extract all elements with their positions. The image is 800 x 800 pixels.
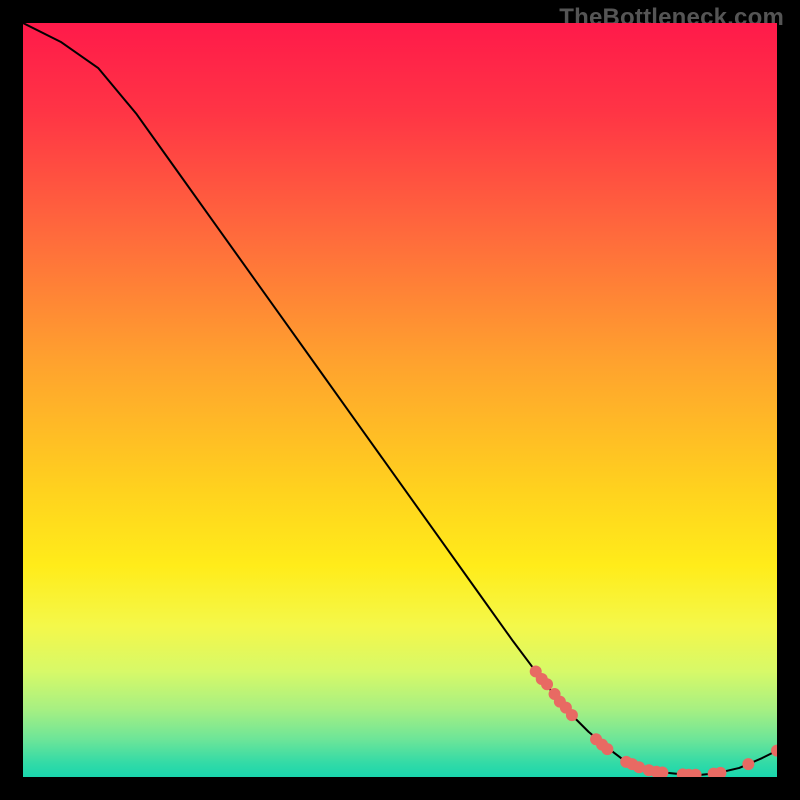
- chart-background: [23, 23, 777, 777]
- plot-area: [23, 23, 777, 777]
- chart-svg: [23, 23, 777, 777]
- marker-point: [742, 758, 754, 770]
- marker-point: [566, 709, 578, 721]
- marker-point: [601, 743, 613, 755]
- chart-stage: TheBottleneck.com: [0, 0, 800, 800]
- marker-point: [541, 678, 553, 690]
